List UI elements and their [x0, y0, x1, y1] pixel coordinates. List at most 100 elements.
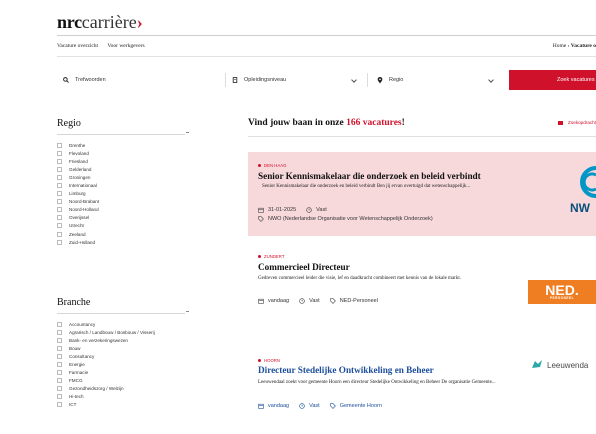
nav-voor-werkgevers[interactable]: Voor werkgevers	[107, 43, 144, 49]
filter-option-label: Internationaal	[69, 183, 97, 189]
calendar-icon	[258, 298, 264, 304]
filter-option[interactable]: Zeeland	[57, 230, 207, 238]
employer-logo-leeuwendaal[interactable]: Leeuwenda	[530, 358, 588, 372]
checkbox[interactable]	[57, 353, 62, 359]
filter-regio: Regio Drenthe Flevoland Friesland Gelder…	[57, 118, 207, 246]
job-location: ZUNDERT	[258, 254, 284, 259]
employer-logo-ned[interactable]: NED. PERSONEEL	[528, 280, 596, 304]
job-type-text: Vast	[309, 403, 320, 409]
filter-option-label: Noord-Brabant	[69, 199, 100, 205]
checkbox[interactable]	[57, 150, 62, 156]
filter-option[interactable]: Agrarisch / Landbouw / Bosbouw / Visseri…	[57, 328, 207, 336]
region-select[interactable]: Regio	[377, 70, 497, 90]
job-card[interactable]: DEN HAAG Senior Kennismakelaar die onder…	[248, 152, 596, 236]
filter-option[interactable]: Drenthe	[57, 141, 207, 149]
filter-option[interactable]: Internationaal	[57, 181, 207, 189]
checkbox[interactable]	[57, 394, 62, 400]
job-employer-text: Gemeente Hoorn	[339, 403, 382, 409]
location-pin-icon	[258, 164, 261, 167]
tag-icon	[330, 298, 336, 304]
job-date-text: 31-01-2025	[268, 207, 297, 213]
job-type: Vast	[299, 298, 320, 304]
filter-option-label: Zuid-Holland	[69, 239, 96, 245]
region-label: Regio	[389, 77, 404, 83]
location-pin-icon	[258, 255, 261, 258]
job-date-text: vandaag	[268, 298, 290, 304]
filter-option-label: Zeeland	[69, 231, 86, 237]
job-description: Leeuwendaal zoekt voor gemeente Hoorn ee…	[258, 380, 496, 385]
filter-option[interactable]: Friesland	[57, 157, 207, 165]
filter-option[interactable]: Noord-Brabant	[57, 198, 207, 206]
checkbox[interactable]	[57, 345, 62, 351]
save-search-link[interactable]: Zoekopdracht	[557, 120, 596, 125]
nwo-logo-icon: NW	[570, 166, 596, 215]
filter-option[interactable]: ICT	[57, 401, 207, 409]
site-logo[interactable]: nrccarrière›	[57, 12, 143, 32]
filter-divider	[57, 132, 189, 135]
checkbox[interactable]	[57, 215, 62, 221]
filter-option[interactable]: Accountancy	[57, 320, 207, 328]
job-title[interactable]: Commercieel Directeur	[258, 262, 350, 272]
checkbox[interactable]	[57, 199, 62, 205]
filter-option[interactable]: Limburg	[57, 190, 207, 198]
search-icon	[63, 77, 69, 83]
checkbox[interactable]	[57, 166, 62, 172]
education-level-select[interactable]: Opleidingsniveau	[232, 70, 362, 90]
nav-vacature-overzicht[interactable]: Vacature overzicht	[57, 43, 98, 49]
filter-option[interactable]: Overijssel	[57, 214, 207, 222]
checkbox[interactable]	[57, 223, 62, 229]
keyword-search-input[interactable]: Trefwoorden	[63, 70, 223, 90]
checkbox[interactable]	[57, 329, 62, 335]
filter-option-label: Bouw	[69, 345, 81, 351]
job-type-text: Vast	[309, 298, 320, 304]
filter-option[interactable]: Noord-Holland	[57, 206, 207, 214]
checkbox[interactable]	[57, 207, 62, 213]
checkbox[interactable]	[57, 337, 62, 343]
checkbox[interactable]	[57, 362, 62, 368]
search-bar: Trefwoorden Opleidingsniveau Regio Zoek …	[57, 70, 596, 90]
checkbox[interactable]	[57, 239, 62, 245]
search-button[interactable]: Zoek vacatures	[509, 70, 596, 90]
job-date: 31-01-2025	[258, 207, 296, 213]
filter-option[interactable]: Bank- en verzekeringswezen	[57, 336, 207, 344]
tag-icon	[258, 216, 264, 222]
nav-divider-top	[57, 35, 596, 36]
lion-logo-icon	[532, 360, 542, 368]
checkbox[interactable]	[57, 386, 62, 392]
checkbox[interactable]	[57, 142, 62, 148]
job-employer: NED-Personeel	[330, 298, 378, 304]
checkbox[interactable]	[57, 370, 62, 376]
checkbox[interactable]	[57, 158, 62, 164]
filter-option[interactable]: Hi-tech	[57, 393, 207, 401]
checkbox[interactable]	[57, 191, 62, 197]
results-divider	[248, 136, 596, 137]
filter-option[interactable]: FMCG	[57, 377, 207, 385]
checkbox[interactable]	[57, 231, 62, 237]
breadcrumb-home[interactable]: Home	[553, 43, 566, 49]
job-title[interactable]: Senior Kennismakelaar die onderzoek en b…	[258, 171, 481, 181]
filter-option[interactable]: Zuid-Holland	[57, 238, 207, 246]
job-date: vandaag	[258, 298, 289, 304]
employer-logo-nwo[interactable]: NW	[568, 162, 596, 215]
filter-option-label: Accountancy	[69, 321, 96, 327]
filter-option[interactable]: Bouw	[57, 344, 207, 352]
job-title[interactable]: Directeur Stedelijke Ontwikkeling en Beh…	[258, 365, 434, 375]
filter-option[interactable]: Flevoland	[57, 149, 207, 157]
filter-option[interactable]: Groningen	[57, 173, 207, 181]
job-employer-text: NED-Personeel	[339, 298, 378, 304]
logo-carriere: carrière	[81, 12, 137, 32]
filter-option[interactable]: Gelderland	[57, 165, 207, 173]
filter-option[interactable]: Gezondheidszorg / Welzijn	[57, 385, 207, 393]
checkbox[interactable]	[57, 183, 62, 189]
job-employer: Gemeente Hoorn	[330, 403, 382, 409]
filter-option[interactable]: Energie	[57, 360, 207, 368]
filter-option[interactable]: Consultancy	[57, 352, 207, 360]
checkbox[interactable]	[57, 174, 62, 180]
checkbox[interactable]	[57, 378, 62, 384]
checkbox[interactable]	[57, 321, 62, 327]
filter-option[interactable]: Farmacie	[57, 369, 207, 377]
checkbox[interactable]	[57, 402, 62, 408]
filter-option[interactable]: Utrecht	[57, 222, 207, 230]
breadcrumb-current: Vacature o	[570, 43, 596, 49]
tag-icon	[330, 403, 336, 409]
